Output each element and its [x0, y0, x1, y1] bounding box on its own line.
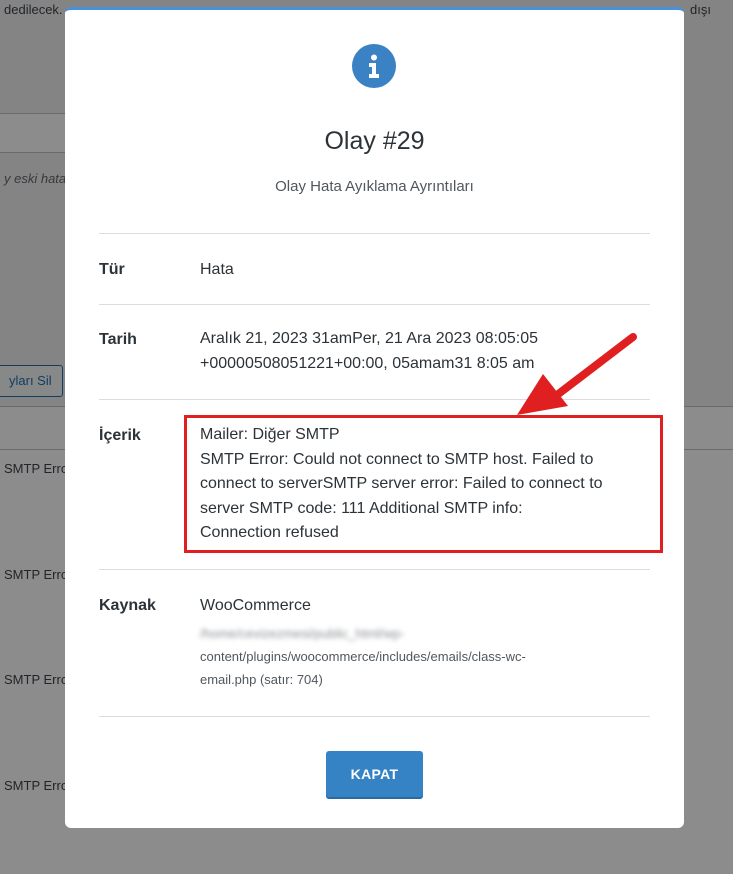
annotation-arrow-icon [517, 333, 637, 415]
event-details-modal: Olay #29 Olay Hata Ayıklama Ayrıntıları … [65, 7, 684, 828]
